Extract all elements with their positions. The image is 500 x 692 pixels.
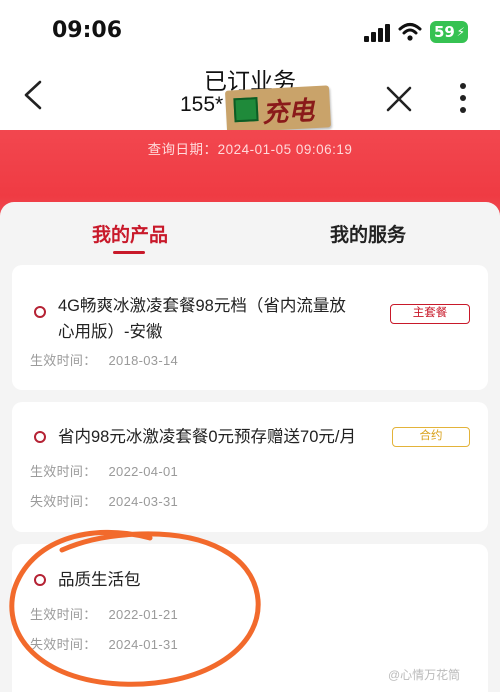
charging-sticker: 充电 bbox=[224, 85, 332, 133]
nav-bar: 已订业务 155* 充电 bbox=[0, 62, 500, 133]
more-vertical-icon[interactable] bbox=[456, 82, 470, 114]
expiry-time: 失效时间： 2024-01-31 bbox=[30, 634, 178, 653]
status-time: 09:06 bbox=[52, 18, 123, 43]
watermark: @心情万花筒 bbox=[388, 668, 461, 682]
product-title-line: 心用版）-安徽 bbox=[58, 323, 163, 341]
main-panel: 我的产品 我的服务 4G畅爽冰激凌套餐98元档（省内流量放 心用版）-安徽 主套… bbox=[0, 202, 500, 692]
active-tab-indicator bbox=[113, 251, 145, 254]
effective-date: 2022-04-01 bbox=[108, 464, 179, 479]
bullet-ring-icon bbox=[34, 431, 46, 443]
effective-time: 生效时间： 2022-04-01 bbox=[30, 461, 178, 480]
product-card[interactable]: 省内98元冰激凌套餐0元预存赠送70元/月 合约 生效时间： 2022-04-01… bbox=[12, 402, 488, 532]
expiry-time: 失效时间： 2024-03-31 bbox=[30, 491, 178, 510]
product-title: 品质生活包 bbox=[58, 571, 141, 589]
tab-my-services[interactable]: 我的服务 bbox=[330, 220, 406, 247]
status-bar: 09:06 59 ⚡ bbox=[0, 0, 500, 62]
product-title: 省内98元冰激凌套餐0元预存赠送70元/月 bbox=[58, 428, 356, 446]
query-date-value: 2024-01-05 09:06:19 bbox=[217, 142, 353, 157]
phone-number: 155* bbox=[180, 93, 224, 116]
effective-label: 生效时间： bbox=[30, 607, 97, 622]
effective-label: 生效时间： bbox=[30, 353, 97, 368]
sticker-label: 充电 bbox=[261, 96, 315, 129]
wifi-icon bbox=[398, 23, 422, 41]
query-date: 查询日期：2024-01-05 09:06:19 bbox=[0, 138, 500, 158]
charging-bolt-icon: ⚡ bbox=[456, 25, 465, 39]
effective-label: 生效时间： bbox=[30, 464, 97, 479]
product-card[interactable]: 4G畅爽冰激凌套餐98元档（省内流量放 心用版）-安徽 主套餐 生效时间： 201… bbox=[12, 265, 488, 390]
close-icon[interactable] bbox=[386, 86, 412, 112]
tab-my-products[interactable]: 我的产品 bbox=[92, 220, 168, 247]
product-title-line: 4G畅爽冰激凌套餐98元档（省内流量放 bbox=[58, 297, 346, 315]
expiry-date: 2024-03-31 bbox=[108, 494, 179, 509]
query-date-label: 查询日期： bbox=[147, 142, 218, 157]
battery-level: 59 bbox=[434, 23, 455, 41]
expiry-date: 2024-01-31 bbox=[108, 637, 179, 652]
contract-tag: 合约 bbox=[392, 427, 470, 447]
main-plan-tag: 主套餐 bbox=[390, 304, 470, 324]
effective-date: 2018-03-14 bbox=[108, 353, 179, 368]
battery-icon: 59 ⚡ bbox=[430, 21, 468, 43]
effective-time: 生效时间： 2022-01-21 bbox=[30, 604, 178, 623]
effective-time: 生效时间： 2018-03-14 bbox=[30, 350, 178, 369]
expiry-label: 失效时间： bbox=[30, 494, 97, 509]
green-square-icon bbox=[233, 97, 259, 123]
cellular-signal-icon bbox=[364, 24, 390, 42]
expiry-label: 失效时间： bbox=[30, 637, 97, 652]
product-title: 4G畅爽冰激凌套餐98元档（省内流量放 心用版）-安徽 bbox=[58, 293, 346, 345]
bullet-ring-icon bbox=[34, 574, 46, 586]
bullet-ring-icon bbox=[34, 306, 46, 318]
effective-date: 2022-01-21 bbox=[108, 607, 179, 622]
